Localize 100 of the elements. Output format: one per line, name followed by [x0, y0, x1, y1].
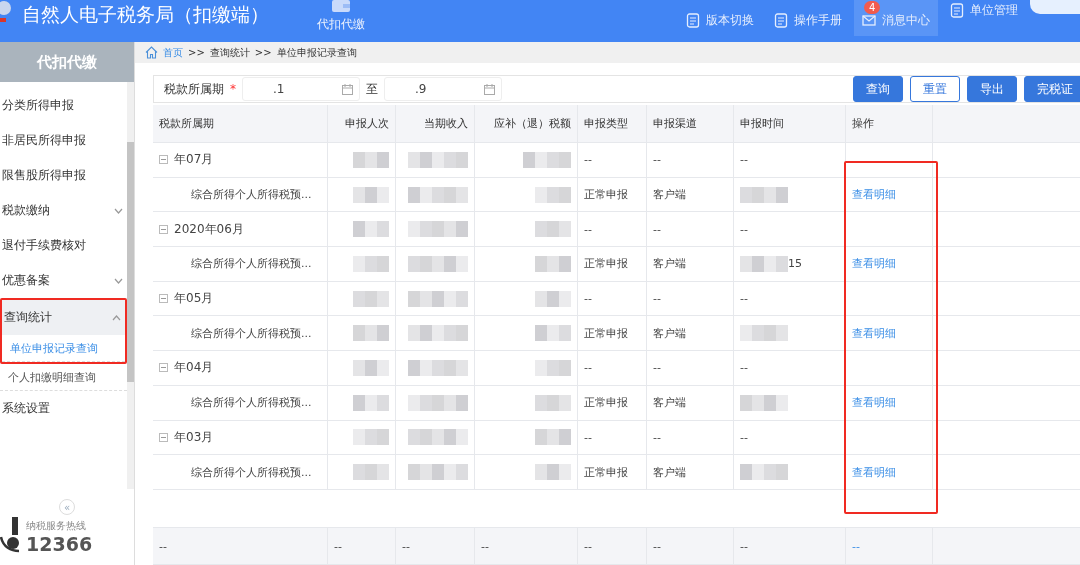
detail-link[interactable]: 查看明细	[852, 325, 896, 341]
table-cell: 正常申报	[584, 187, 628, 203]
detail-link[interactable]: 查看明细	[852, 464, 896, 480]
mosaic-blur	[535, 325, 571, 342]
detail-link[interactable]: 查看明细	[852, 395, 896, 411]
date-field[interactable]: .1	[242, 77, 360, 102]
action-button[interactable]: 重置	[910, 76, 960, 102]
collapse-icon[interactable]	[159, 294, 168, 304]
mosaic-blur	[408, 359, 468, 376]
action-button[interactable]: 查询	[853, 76, 903, 102]
calendar-icon	[342, 83, 353, 95]
mosaic-blur	[523, 151, 571, 168]
toolbar-button[interactable]: 消息中心 4	[854, 0, 938, 36]
mosaic-blur	[408, 186, 468, 203]
mosaic-blur	[408, 325, 468, 342]
breadcrumb-link[interactable]: 首页	[163, 45, 183, 60]
mosaic-blur	[535, 255, 571, 272]
breadcrumb-separator: >>	[188, 47, 205, 59]
column-header: 申报类型	[578, 105, 647, 142]
mosaic-blur	[353, 255, 389, 272]
table-cell: --	[584, 153, 592, 167]
table-cell: --	[653, 430, 661, 444]
record-name: 综合所得个人所得税预...	[191, 256, 312, 272]
submenu-item[interactable]: 单位申报记录查询	[2, 335, 125, 362]
mosaic-blur	[353, 290, 389, 307]
mosaic-blur	[353, 394, 389, 411]
sidebar-item[interactable]: 查询统计	[2, 300, 125, 335]
period-label: 年07月	[174, 151, 214, 169]
collapse-icon[interactable]	[159, 155, 168, 165]
sidebar-item[interactable]: 税款缴纳	[0, 193, 127, 228]
collapse-button[interactable]: «	[59, 499, 75, 515]
mosaic-blur	[740, 325, 788, 342]
table-cell: 客户端	[653, 187, 686, 203]
mosaic-blur	[353, 325, 389, 342]
mosaic-blur	[740, 394, 788, 411]
mosaic-blur	[408, 429, 468, 446]
collapse-icon[interactable]	[159, 363, 168, 373]
column-header: 应补（退）税额	[475, 105, 578, 142]
collapse-icon[interactable]	[159, 224, 168, 234]
date-field[interactable]: .9	[384, 77, 502, 102]
mosaic-blur	[535, 464, 571, 481]
toolbar-button[interactable]: 版本切换	[678, 0, 762, 36]
mosaic-blur	[408, 255, 468, 272]
app-title: 自然人电子税务局（扣缴端）	[22, 2, 269, 27]
table-cell: --	[740, 153, 748, 167]
breadcrumb-separator: >>	[254, 47, 272, 59]
mosaic-blur	[535, 429, 571, 446]
sidebar-item[interactable]: 限售股所得申报	[0, 158, 127, 193]
detail-link[interactable]: 查看明细	[852, 187, 896, 203]
document-icon	[686, 12, 700, 28]
mosaic-blur	[740, 186, 788, 203]
notification-badge: 4	[864, 1, 881, 14]
sidebar-item[interactable]: 系统设置	[0, 391, 127, 426]
mosaic-blur	[535, 186, 571, 203]
field-label: 税款所属期	[164, 80, 224, 98]
range-label: 至	[366, 80, 378, 98]
collapse-icon[interactable]	[159, 432, 168, 442]
record-name: 综合所得个人所得税预...	[191, 187, 312, 203]
scrollbar-thumb[interactable]	[127, 142, 134, 382]
table-cell: 客户端	[653, 464, 686, 480]
toolbar-button[interactable]: 操作手册	[766, 0, 850, 36]
sidebar-item[interactable]: 非居民所得申报	[0, 123, 127, 158]
table-cell: 正常申报	[584, 325, 628, 341]
table-cell: --	[653, 292, 661, 306]
mosaic-blur	[353, 186, 389, 203]
mosaic-blur	[535, 221, 571, 238]
mosaic-blur	[353, 464, 389, 481]
sidebar-item[interactable]: 优惠备案	[0, 263, 127, 298]
period-label: 年05月	[174, 290, 214, 308]
table-cell: 客户端	[653, 395, 686, 411]
home-icon	[145, 46, 158, 60]
mosaic-blur	[353, 221, 389, 238]
table-cell: 15	[788, 257, 802, 271]
detail-link[interactable]: 查看明细	[852, 256, 896, 272]
required-mark: *	[230, 82, 236, 97]
table-cell: --	[653, 361, 661, 375]
action-button[interactable]: 导出	[967, 76, 1017, 102]
mosaic-blur	[740, 255, 788, 272]
mosaic-blur	[408, 394, 468, 411]
period-label: 2020年06月	[174, 220, 244, 238]
footer-link[interactable]: --	[852, 539, 860, 553]
mosaic-blur	[535, 290, 571, 307]
sidebar-item[interactable]: 分类所得申报	[0, 88, 127, 123]
table-cell: --	[584, 430, 592, 444]
record-name: 综合所得个人所得税预...	[191, 325, 312, 341]
sidebar-item[interactable]: 退付手续费核对	[0, 228, 127, 263]
toolbar-button[interactable]: 单位管理	[942, 0, 1026, 26]
column-header: 申报人次	[328, 105, 396, 142]
footer-cell: --	[584, 539, 592, 553]
column-header: 申报渠道	[647, 105, 734, 142]
column-header: 当期收入	[396, 105, 475, 142]
table-cell: 客户端	[653, 325, 686, 341]
table-cell: --	[740, 292, 748, 306]
document-icon	[950, 2, 964, 18]
mosaic-blur	[408, 290, 468, 307]
action-button[interactable]: 完税证	[1024, 76, 1080, 102]
nav-tab[interactable]: 代扣代缴	[311, 0, 371, 33]
chat-bubble[interactable]	[1030, 0, 1080, 14]
table-cell: --	[584, 361, 592, 375]
table-cell: --	[584, 222, 592, 236]
